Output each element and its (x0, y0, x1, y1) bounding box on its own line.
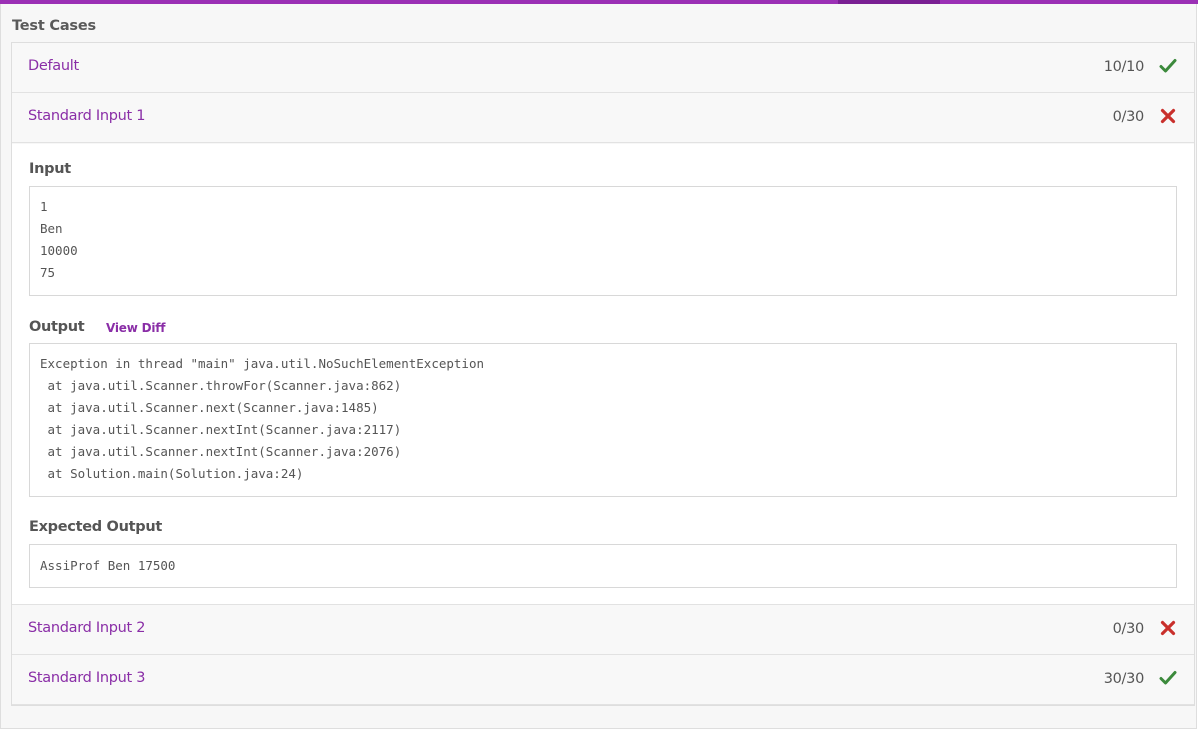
test-case-list: Default 10/10 Standard Input 1 0/30 Inpu… (11, 42, 1195, 706)
cross-icon (1160, 108, 1176, 124)
output-label: Output (29, 319, 85, 335)
input-line: 10000 (40, 243, 78, 258)
expected-output-box: AssiProf Ben 17500 (29, 544, 1177, 588)
test-case-score: 0/30 (1112, 621, 1145, 637)
panel-title: Test Cases (12, 18, 96, 34)
check-icon (1159, 59, 1177, 73)
test-case-row-default[interactable]: Default 10/10 (12, 43, 1194, 93)
test-case-score: 10/10 (1103, 59, 1145, 75)
test-case-name[interactable]: Standard Input 2 (28, 620, 145, 636)
view-diff-link[interactable]: View Diff (106, 321, 166, 335)
test-cases-panel: Test Cases Default 10/10 Standard Input … (0, 4, 1197, 729)
test-case-score: 30/30 (1103, 671, 1145, 687)
test-case-name[interactable]: Standard Input 1 (28, 108, 145, 124)
output-line: Exception in thread "main" java.util.NoS… (40, 356, 485, 371)
output-line: at java.util.Scanner.nextInt(Scanner.jav… (40, 422, 402, 437)
test-case-name[interactable]: Standard Input 3 (28, 670, 145, 686)
output-box: Exception in thread "main" java.util.NoS… (29, 343, 1177, 497)
test-case-row-standard-input-3[interactable]: Standard Input 3 30/30 (12, 655, 1194, 705)
input-line: 75 (40, 265, 56, 280)
input-label: Input (29, 161, 71, 177)
test-case-score: 0/30 (1112, 109, 1145, 125)
test-case-detail: Input 1 Ben 10000 75 Output View Diff Ex… (12, 144, 1194, 605)
input-line: Ben (40, 221, 63, 236)
output-line: at java.util.Scanner.nextInt(Scanner.jav… (40, 444, 402, 459)
test-case-row-standard-input-1[interactable]: Standard Input 1 0/30 (12, 93, 1194, 143)
output-line: at java.util.Scanner.throwFor(Scanner.ja… (40, 378, 402, 393)
input-box: 1 Ben 10000 75 (29, 186, 1177, 296)
output-line: at java.util.Scanner.next(Scanner.java:1… (40, 400, 379, 415)
input-line: 1 (40, 199, 48, 214)
output-line: at Solution.main(Solution.java:24) (40, 466, 304, 481)
test-case-row-standard-input-2[interactable]: Standard Input 2 0/30 (12, 605, 1194, 655)
cross-icon (1160, 620, 1176, 636)
test-case-name[interactable]: Default (28, 58, 79, 74)
check-icon (1159, 671, 1177, 685)
expected-output-label: Expected Output (29, 519, 162, 535)
expected-output-line: AssiProf Ben 17500 (40, 558, 176, 573)
